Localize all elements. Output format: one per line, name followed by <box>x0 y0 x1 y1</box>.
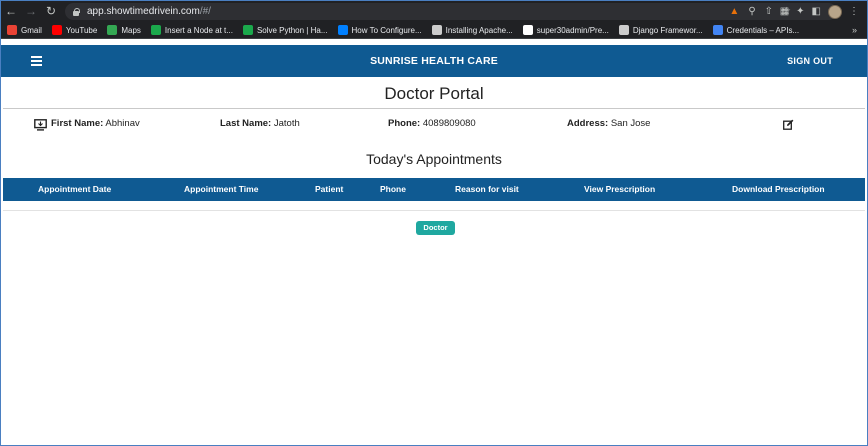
brand-title: SUNRISE HEALTH CARE <box>370 55 498 67</box>
divider <box>3 108 865 109</box>
col-patient[interactable]: Patient <box>315 178 343 201</box>
bookmark-item[interactable]: super30admin/Pre... <box>522 25 609 35</box>
bookmark-label: Insert a Node at t... <box>164 25 233 35</box>
bookmark-label: Gmail <box>21 25 42 35</box>
hackerrank-icon <box>150 25 161 35</box>
col-reason[interactable]: Reason for visit <box>455 178 519 201</box>
share-icon[interactable]: ⇧ <box>765 3 773 20</box>
bookmark-label: Solve Python | Ha... <box>256 25 328 35</box>
table-empty-row <box>3 210 865 211</box>
sign-out-button[interactable]: SIGN OUT <box>787 45 833 77</box>
app-header: SUNRISE HEALTH CARE SIGN OUT <box>1 45 867 77</box>
bookmark-item[interactable]: Insert a Node at t... <box>150 25 233 35</box>
bookmark-item[interactable]: How To Configure... <box>337 25 422 35</box>
page-title: Doctor Portal <box>384 84 484 103</box>
doc-icon <box>618 25 629 35</box>
hackerrank-icon <box>242 25 253 35</box>
col-view-prescription[interactable]: View Prescription <box>584 178 655 201</box>
phone: Phone: 4089809080 <box>388 118 476 129</box>
bookmark-item[interactable]: Gmail <box>7 25 42 35</box>
puzzle-icon[interactable]: ✦ <box>796 6 804 17</box>
menu-kebab-icon[interactable]: ⋮ <box>849 6 859 17</box>
bookmark-label: Installing Apache... <box>445 25 513 35</box>
bookmark-item[interactable]: Maps <box>107 25 141 35</box>
doctor-info: First Name: Abhinav Last Name: Jatoth Ph… <box>1 118 867 132</box>
bookmark-label: super30admin/Pre... <box>536 25 609 35</box>
bookmark-item[interactable]: Django Framewor... <box>618 25 703 35</box>
role-badge[interactable]: Doctor <box>416 221 455 235</box>
doc-icon <box>431 25 442 35</box>
youtube-icon <box>51 25 62 35</box>
digitalocean-icon <box>337 25 348 35</box>
reload-icon[interactable]: ↻ <box>41 1 61 22</box>
address: Address: San Jose <box>567 118 651 129</box>
bookmark-label: How To Configure... <box>351 25 422 35</box>
bookmarks-overflow-icon[interactable]: » <box>852 25 857 35</box>
extension-icon[interactable]: ▦ <box>780 6 789 17</box>
bookmark-item[interactable]: Installing Apache... <box>431 25 513 35</box>
bookmarks-bar: Gmail YouTube Maps Insert a Node at t... Sol… <box>1 22 867 39</box>
bookmark-item[interactable]: YouTube <box>51 25 98 35</box>
edit-icon[interactable] <box>783 119 794 130</box>
col-appointment-time[interactable]: Appointment Time <box>184 178 258 201</box>
github-icon <box>522 25 533 35</box>
url-text[interactable]: app.showtimedrivein.com/#/ <box>87 6 211 17</box>
key-icon[interactable]: ⚲ <box>748 3 755 20</box>
first-name: First Name: Abhinav <box>51 118 140 129</box>
back-icon[interactable]: ← <box>1 1 21 22</box>
bookmark-item[interactable]: Credentials – APIs... <box>712 25 800 35</box>
forward-icon[interactable]: → <box>21 1 41 22</box>
maps-icon <box>107 25 118 35</box>
col-download-prescription[interactable]: Download Prescription <box>732 178 825 201</box>
appointments-title: Today's Appointments <box>366 151 502 167</box>
address-bar[interactable]: app.showtimedrivein.com/#/ ▲ ⚲ ⇧ ☆ <box>65 3 837 20</box>
appointments-table-header: Appointment Date Appointment Time Patien… <box>3 178 865 201</box>
col-phone[interactable]: Phone <box>380 178 406 201</box>
bookmark-label: Credentials – APIs... <box>726 25 800 35</box>
browser-window: ← → ↻ app.showtimedrivein.com/#/ ▲ ⚲ ⇧ ☆… <box>0 0 868 446</box>
extension-alert-icon[interactable]: ▲ <box>729 3 739 20</box>
browser-toolbar: ← → ↻ app.showtimedrivein.com/#/ ▲ ⚲ ⇧ ☆… <box>1 1 867 22</box>
bookmark-label: Maps <box>121 25 141 35</box>
sidepanel-icon[interactable]: ◧ <box>812 6 821 17</box>
bookmark-label: YouTube <box>65 25 98 35</box>
gmail-icon <box>7 25 17 35</box>
bookmark-item[interactable]: Solve Python | Ha... <box>242 25 328 35</box>
api-icon <box>712 25 723 35</box>
profile-avatar[interactable] <box>828 4 842 19</box>
bookmark-label: Django Framewor... <box>632 25 703 35</box>
lock-icon[interactable] <box>72 7 80 16</box>
col-appointment-date[interactable]: Appointment Date <box>38 178 111 201</box>
last-name: Last Name: Jatoth <box>220 118 300 129</box>
